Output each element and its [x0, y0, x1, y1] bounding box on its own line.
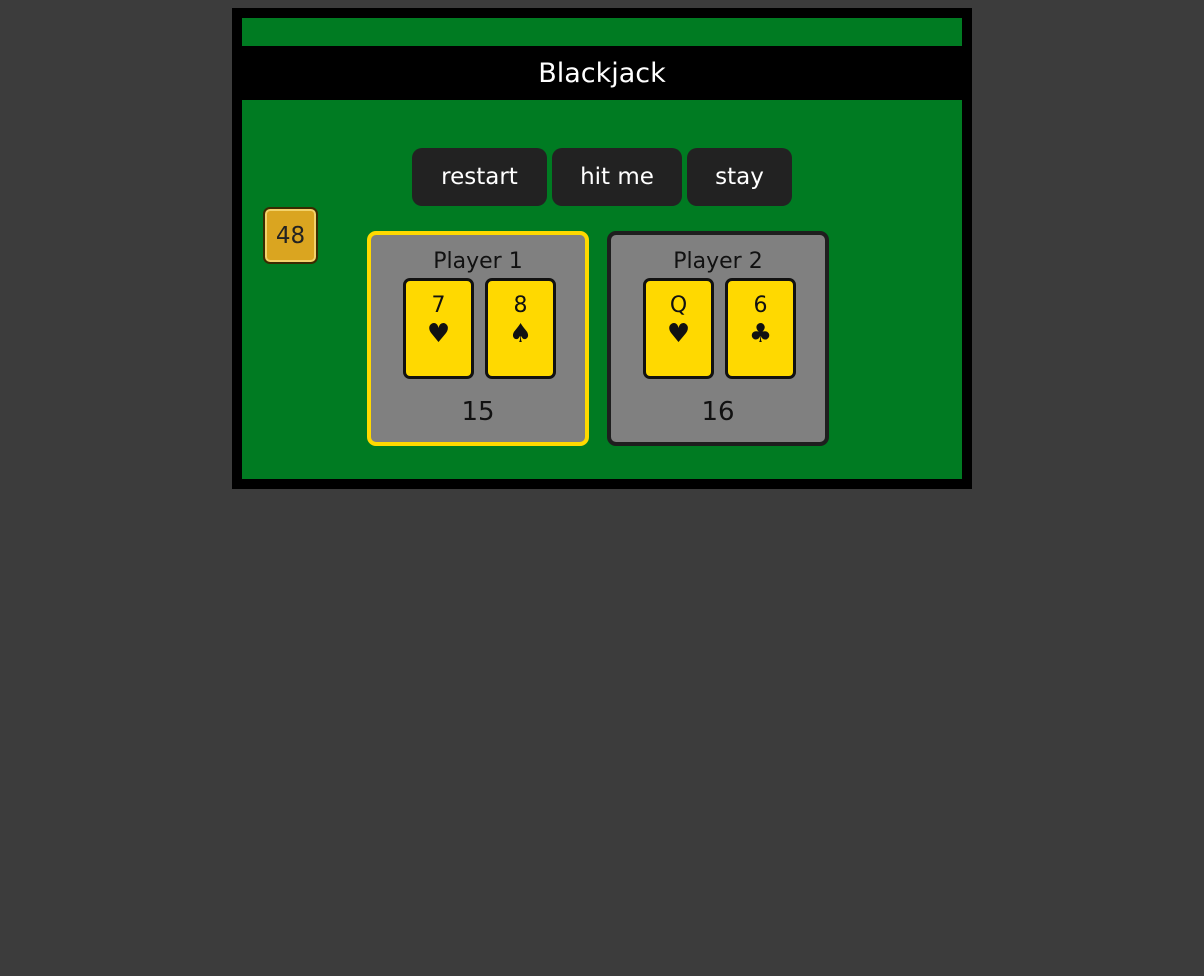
spade-suit-icon: ♠	[508, 319, 533, 349]
deck-count-value: 48	[275, 222, 306, 249]
card-rank: 6	[753, 293, 768, 318]
card-rank: 7	[431, 293, 446, 318]
card-rank: Q	[669, 293, 688, 318]
player-score: 16	[701, 397, 735, 427]
playing-card: 8 ♠	[485, 278, 556, 379]
player-name: Player 2	[673, 249, 763, 274]
player-score: 15	[461, 397, 495, 427]
club-suit-icon: ♣	[748, 319, 773, 349]
playing-card: Q ♥	[643, 278, 714, 379]
heart-suit-icon: ♥	[426, 319, 451, 349]
player-1-hand: Player 1 7 ♥ 8 ♠ 15	[367, 231, 589, 446]
page-title: Blackjack	[538, 57, 666, 89]
title-bar: Blackjack	[242, 46, 962, 100]
stay-button[interactable]: stay	[687, 148, 792, 206]
player-2-hand: Player 2 Q ♥ 6 ♣ 16	[607, 231, 829, 446]
playing-card: 7 ♥	[403, 278, 474, 379]
restart-button[interactable]: restart	[412, 148, 547, 206]
hit-me-button[interactable]: hit me	[552, 148, 682, 206]
playing-card: 6 ♣	[725, 278, 796, 379]
card-rank: 8	[513, 293, 528, 318]
deck-count-badge: 48	[263, 207, 318, 264]
player-name: Player 1	[433, 249, 523, 274]
heart-suit-icon: ♥	[666, 319, 691, 349]
